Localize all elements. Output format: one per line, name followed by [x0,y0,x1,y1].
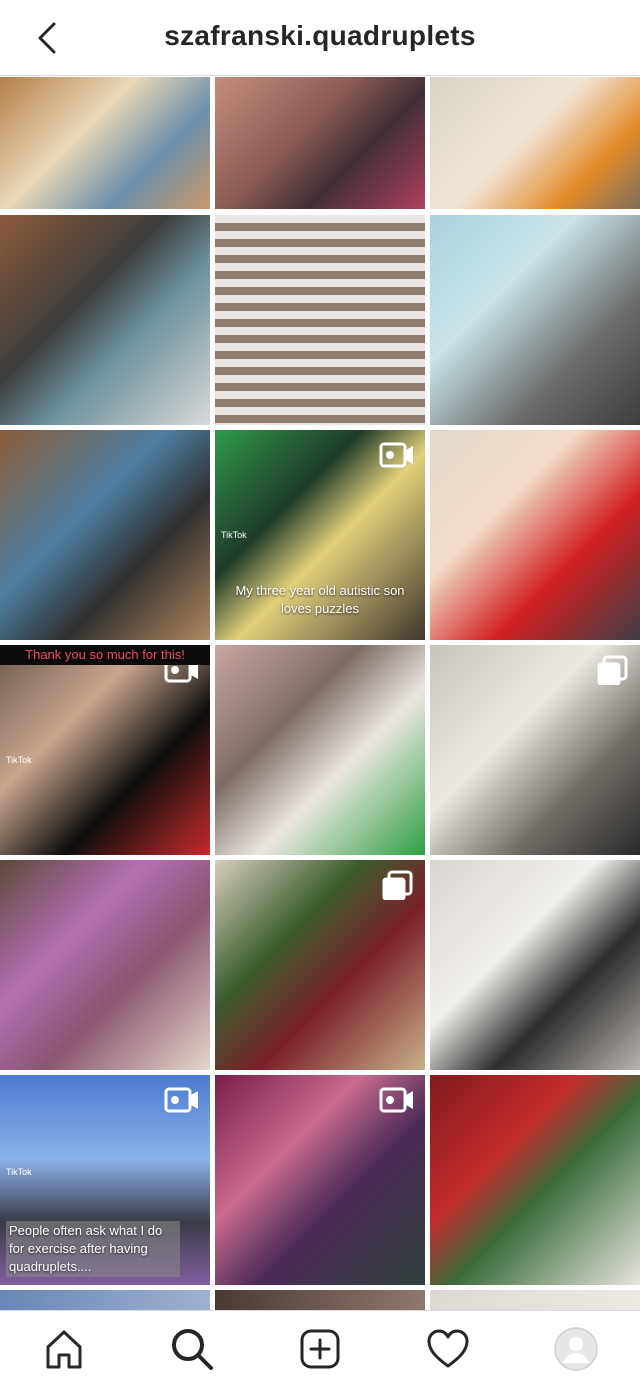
post-thumbnail[interactable] [430,1075,640,1285]
post-thumbnail[interactable] [430,215,640,425]
post-thumbnail[interactable] [215,645,425,855]
home-icon[interactable] [40,1325,88,1373]
video-badge-icon [379,442,413,468]
video-caption: People often ask what I do for exercise … [6,1221,180,1277]
search-icon[interactable] [168,1325,216,1373]
post-thumbnail[interactable] [0,77,210,209]
post-thumbnail[interactable] [430,860,640,1070]
video-badge-icon [164,1087,198,1113]
video-caption: My three year old autistic son loves puz… [235,583,405,616]
header: szafranski.quadruplets [0,0,640,76]
post-thumbnail[interactable] [215,1290,425,1310]
post-thumbnail[interactable]: TikTok My three year old autistic son lov… [215,430,425,640]
heart-icon[interactable] [424,1325,472,1373]
tiktok-watermark: TikTok [221,530,247,540]
carousel-badge-icon [382,870,413,900]
post-thumbnail[interactable] [215,860,425,1070]
tiktok-watermark: TikTok [6,1167,32,1177]
post-thumbnail[interactable] [0,215,210,425]
post-thumbnail[interactable] [215,1075,425,1285]
tiktok-watermark: TikTok [6,755,32,765]
carousel-badge-icon [597,655,628,685]
post-thumbnail[interactable] [430,1290,640,1310]
post-thumbnail[interactable] [430,77,640,209]
video-badge-icon [379,1087,413,1113]
posts-grid: TikTok My three year old autistic son lov… [0,77,640,1310]
post-thumbnail[interactable] [430,645,640,855]
bottom-navigation [0,1310,640,1386]
post-thumbnail[interactable] [215,77,425,209]
video-caption: Thank you so much for this! [0,645,210,665]
post-thumbnail[interactable]: TikTok Thank you so much for this! [0,645,210,855]
post-thumbnail[interactable] [430,430,640,640]
post-thumbnail[interactable] [0,430,210,640]
profile-username-title: szafranski.quadruplets [164,20,476,51]
post-thumbnail[interactable] [215,215,425,425]
create-post-icon[interactable] [296,1325,344,1373]
profile-avatar-icon[interactable] [552,1325,600,1373]
post-thumbnail[interactable]: TikTok People often ask what I do for exe… [0,1075,210,1285]
post-thumbnail[interactable] [0,860,210,1070]
post-thumbnail[interactable] [0,1290,210,1310]
